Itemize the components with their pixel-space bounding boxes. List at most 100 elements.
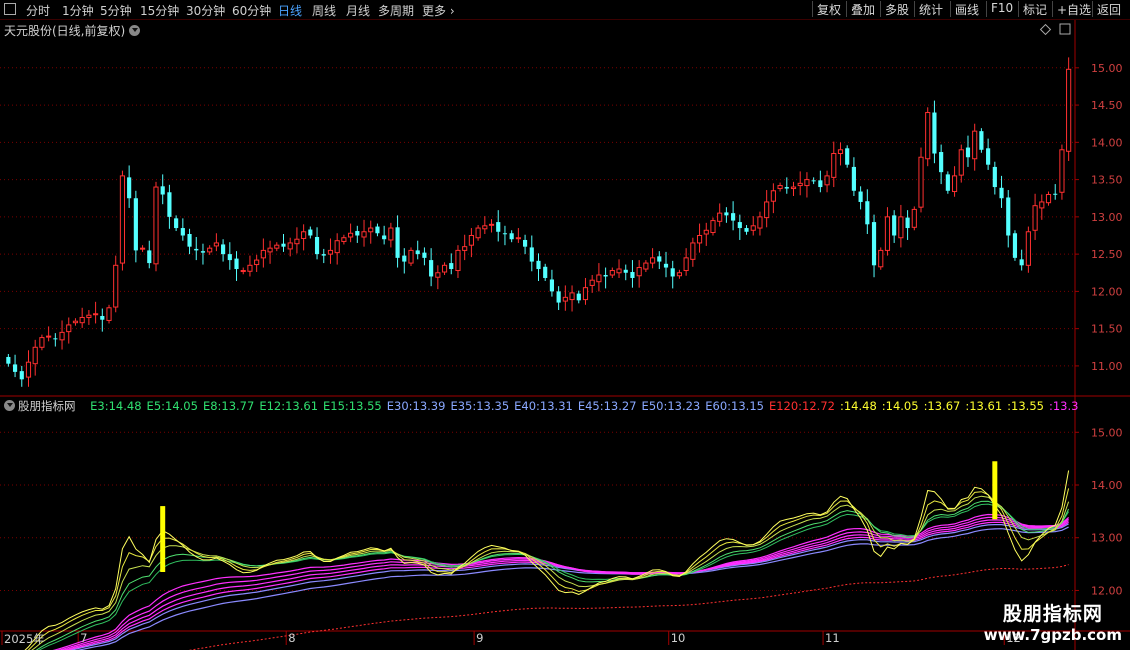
candlestick	[12, 354, 18, 378]
candle-body-down	[221, 244, 226, 255]
candlestick	[582, 277, 589, 305]
candlestick	[536, 253, 541, 281]
candlestick	[569, 285, 575, 312]
candle-body-up	[327, 249, 334, 255]
candle-body-up	[696, 234, 703, 244]
candlestick	[1019, 249, 1024, 271]
indicator-dropdown-icon[interactable]	[4, 400, 15, 411]
candlestick	[683, 248, 689, 276]
candle-body-down	[670, 268, 675, 277]
candlestick	[19, 365, 24, 387]
candle-body-down	[892, 215, 897, 236]
candlestick	[650, 248, 656, 269]
candle-body-down	[234, 258, 239, 270]
candlestick	[576, 290, 581, 304]
candle-body-down	[1012, 233, 1018, 258]
candle-body-down	[784, 187, 789, 189]
candle-body-up	[113, 264, 119, 308]
indicator-value: E60:13.15	[705, 399, 764, 413]
candle-body-up	[1045, 194, 1052, 204]
candle-body-up	[703, 229, 709, 235]
candlestick	[254, 254, 260, 273]
candlestick	[797, 171, 803, 196]
candle-body-up	[274, 244, 280, 249]
candle-body-up	[824, 175, 830, 186]
ema12-line	[35, 500, 1070, 650]
price-tick-label: 14.00	[1091, 136, 1123, 149]
candle-body-up	[260, 249, 266, 259]
indicator-name[interactable]: 股朋指标网	[18, 399, 76, 413]
indicator-value: E45:13.27	[577, 399, 637, 413]
candle-body-down	[147, 250, 152, 264]
candlestick	[818, 170, 823, 193]
candlestick	[636, 260, 642, 288]
candlestick	[703, 222, 709, 246]
candlestick	[301, 224, 307, 251]
candlestick	[1006, 190, 1011, 248]
candle-body-down	[549, 279, 555, 292]
candlestick	[194, 236, 199, 261]
candlestick	[402, 248, 407, 274]
candle-body-down	[314, 236, 320, 255]
candlestick	[596, 263, 602, 292]
candlestick	[314, 227, 320, 260]
candlestick	[408, 247, 414, 267]
candle-body-down	[529, 247, 534, 262]
candle-body-up	[596, 274, 602, 283]
candle-body-down	[979, 131, 984, 150]
candle-body-down	[375, 226, 380, 234]
candlestick	[737, 214, 742, 240]
candle-body-down	[603, 274, 608, 277]
candlestick	[260, 238, 266, 268]
candle-body-down	[133, 198, 138, 251]
candlestick	[348, 223, 354, 243]
candlestick	[382, 225, 387, 245]
candlestick	[207, 245, 213, 255]
candle-body-down	[522, 239, 528, 247]
candle-body-up	[408, 249, 414, 264]
candlestick	[267, 240, 273, 264]
candlestick	[213, 233, 219, 252]
candlestick	[321, 248, 326, 264]
price-tick-label: 14.50	[1091, 99, 1123, 112]
indicator-value: E35:13.35	[450, 399, 510, 413]
candle-body-down	[12, 364, 18, 372]
candlestick	[1066, 57, 1072, 161]
ema8-line	[31, 495, 1070, 650]
candlestick	[603, 267, 608, 289]
candle-body-up	[254, 259, 260, 266]
candle-body-down	[187, 234, 192, 247]
candlestick	[59, 320, 65, 350]
candle-body-down	[308, 229, 313, 236]
candlestick	[53, 333, 58, 347]
candle-body-up	[690, 242, 696, 260]
indicator-tick-label: 15.00	[1091, 426, 1123, 439]
candlestick	[616, 259, 622, 278]
ema30-line	[52, 513, 1069, 650]
indicator-value: E5:14.05	[146, 399, 198, 413]
candle-body-down	[845, 148, 850, 165]
candle-body-up	[435, 272, 441, 278]
candle-body-down	[657, 256, 662, 262]
candle-body-down	[174, 218, 179, 229]
indicator-tick-label: 12.00	[1091, 584, 1123, 597]
time-axis-label: 11	[825, 631, 840, 645]
indicator-legend: 股朋指标网 E3:14.48 E5:14.05 E8:13.77 E12:13.61 E…	[4, 398, 1083, 414]
candle-body-down	[965, 147, 971, 158]
candlestick	[905, 210, 910, 240]
candle-body-up	[717, 212, 723, 222]
candlestick	[831, 141, 837, 188]
signal-bar	[992, 461, 998, 520]
candlestick	[368, 220, 374, 244]
candlestick	[174, 215, 179, 232]
candlestick	[731, 201, 736, 231]
candlestick	[515, 228, 521, 243]
candle-body-up	[650, 257, 656, 264]
candlestick	[770, 183, 776, 214]
candlestick	[911, 206, 917, 231]
candle-body-up	[240, 270, 246, 273]
candlestick	[294, 227, 300, 254]
candlestick	[777, 182, 783, 192]
candlestick	[160, 174, 165, 205]
candle-body-down	[355, 231, 360, 236]
